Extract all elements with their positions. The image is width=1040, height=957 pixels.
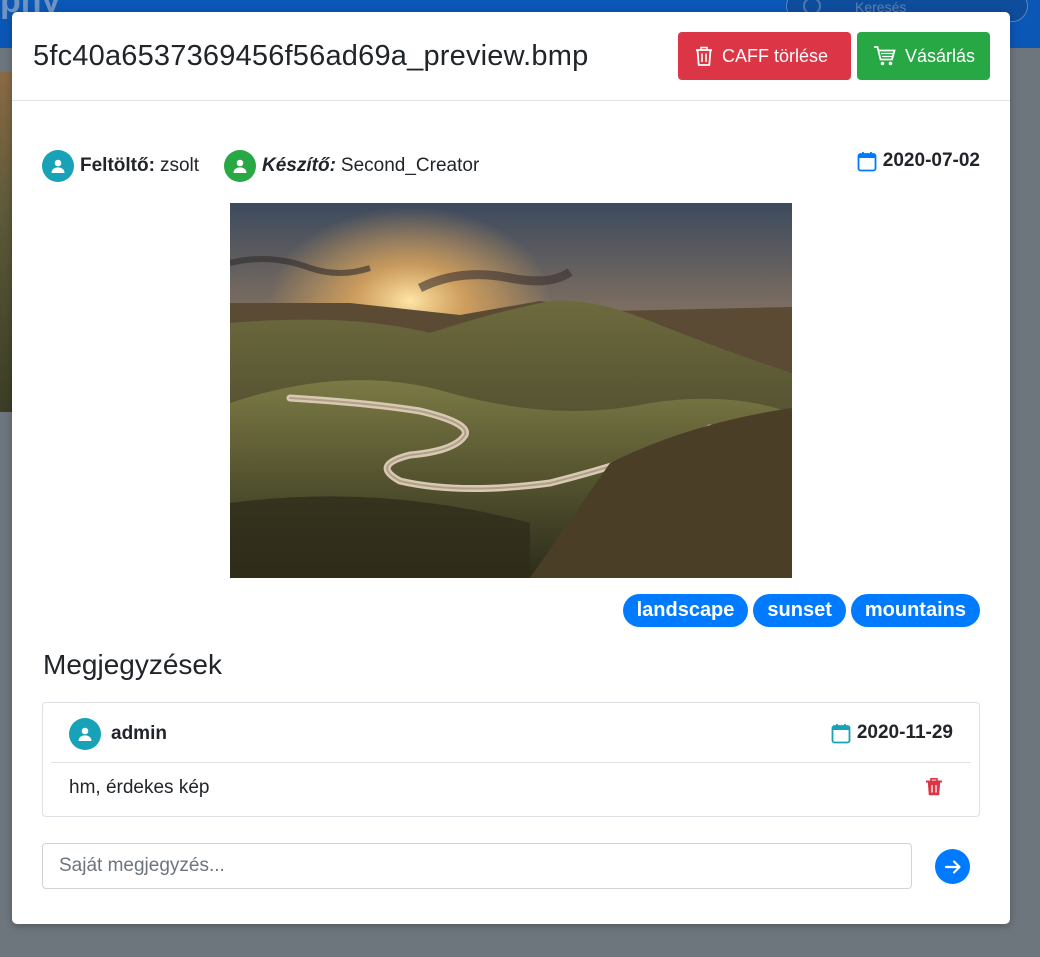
uploader-info: Feltöltő: zsolt (42, 150, 199, 182)
arrow-right-icon (944, 859, 961, 874)
comment-author: admin (69, 718, 167, 750)
background-thumbnail (0, 72, 12, 412)
delete-caff-label: CAFF törlése (722, 45, 829, 66)
comment-avatar (69, 718, 101, 750)
buy-button[interactable]: Vásárlás (857, 32, 990, 80)
upload-date-value: 2020-07-02 (882, 150, 980, 171)
delete-caff-button[interactable]: CAFF törlése (678, 32, 851, 80)
uploader-name: zsolt (159, 155, 200, 176)
user-icon (233, 159, 247, 173)
comment-date: 2020-11-29 (831, 722, 953, 744)
comment-card: admin 2020-11-29 hm, érdekes kép (42, 702, 980, 817)
caff-preview-image (230, 203, 792, 578)
calendar-icon (857, 151, 877, 171)
comment-author-name: admin (111, 723, 167, 744)
comment-text: hm, érdekes kép (69, 777, 210, 798)
cart-icon (874, 46, 896, 66)
trash-icon (696, 46, 712, 66)
buy-label: Vásárlás (905, 45, 976, 66)
user-icon (78, 727, 92, 741)
delete-comment-button[interactable] (925, 777, 943, 802)
tag-list: landscape sunset mountains (622, 594, 980, 627)
modal-title: 5fc40a6537369456f56ad69a_preview.bmp (33, 40, 589, 72)
send-comment-button[interactable] (935, 849, 970, 884)
image-detail-modal: 5fc40a6537369456f56ad69a_preview.bmp CAF… (12, 12, 1010, 924)
uploader-label: Feltöltő: (80, 155, 155, 176)
calendar-icon (831, 723, 851, 743)
creator-info: Készítő: Second_Creator (224, 150, 479, 182)
creator-name: Second_Creator (340, 155, 480, 176)
comment-date-value: 2020-11-29 (856, 722, 953, 743)
creator-avatar (224, 150, 256, 182)
tag-sunset[interactable]: sunset (753, 594, 846, 627)
comment-header: admin 2020-11-29 (51, 703, 971, 763)
comments-title: Megjegyzések (43, 649, 222, 680)
uploader-avatar (42, 150, 74, 182)
user-icon (51, 159, 65, 173)
tag-landscape[interactable]: landscape (622, 594, 749, 627)
creator-label: Készítő: (262, 155, 336, 176)
tag-mountains[interactable]: mountains (850, 594, 980, 627)
image-meta: Feltöltő: zsolt Készítő: Second_Creator … (42, 150, 980, 184)
upload-date: 2020-07-02 (857, 150, 980, 172)
new-comment-input[interactable] (42, 843, 912, 889)
modal-header: 5fc40a6537369456f56ad69a_preview.bmp CAF… (12, 12, 1010, 101)
trash-icon (926, 778, 942, 796)
